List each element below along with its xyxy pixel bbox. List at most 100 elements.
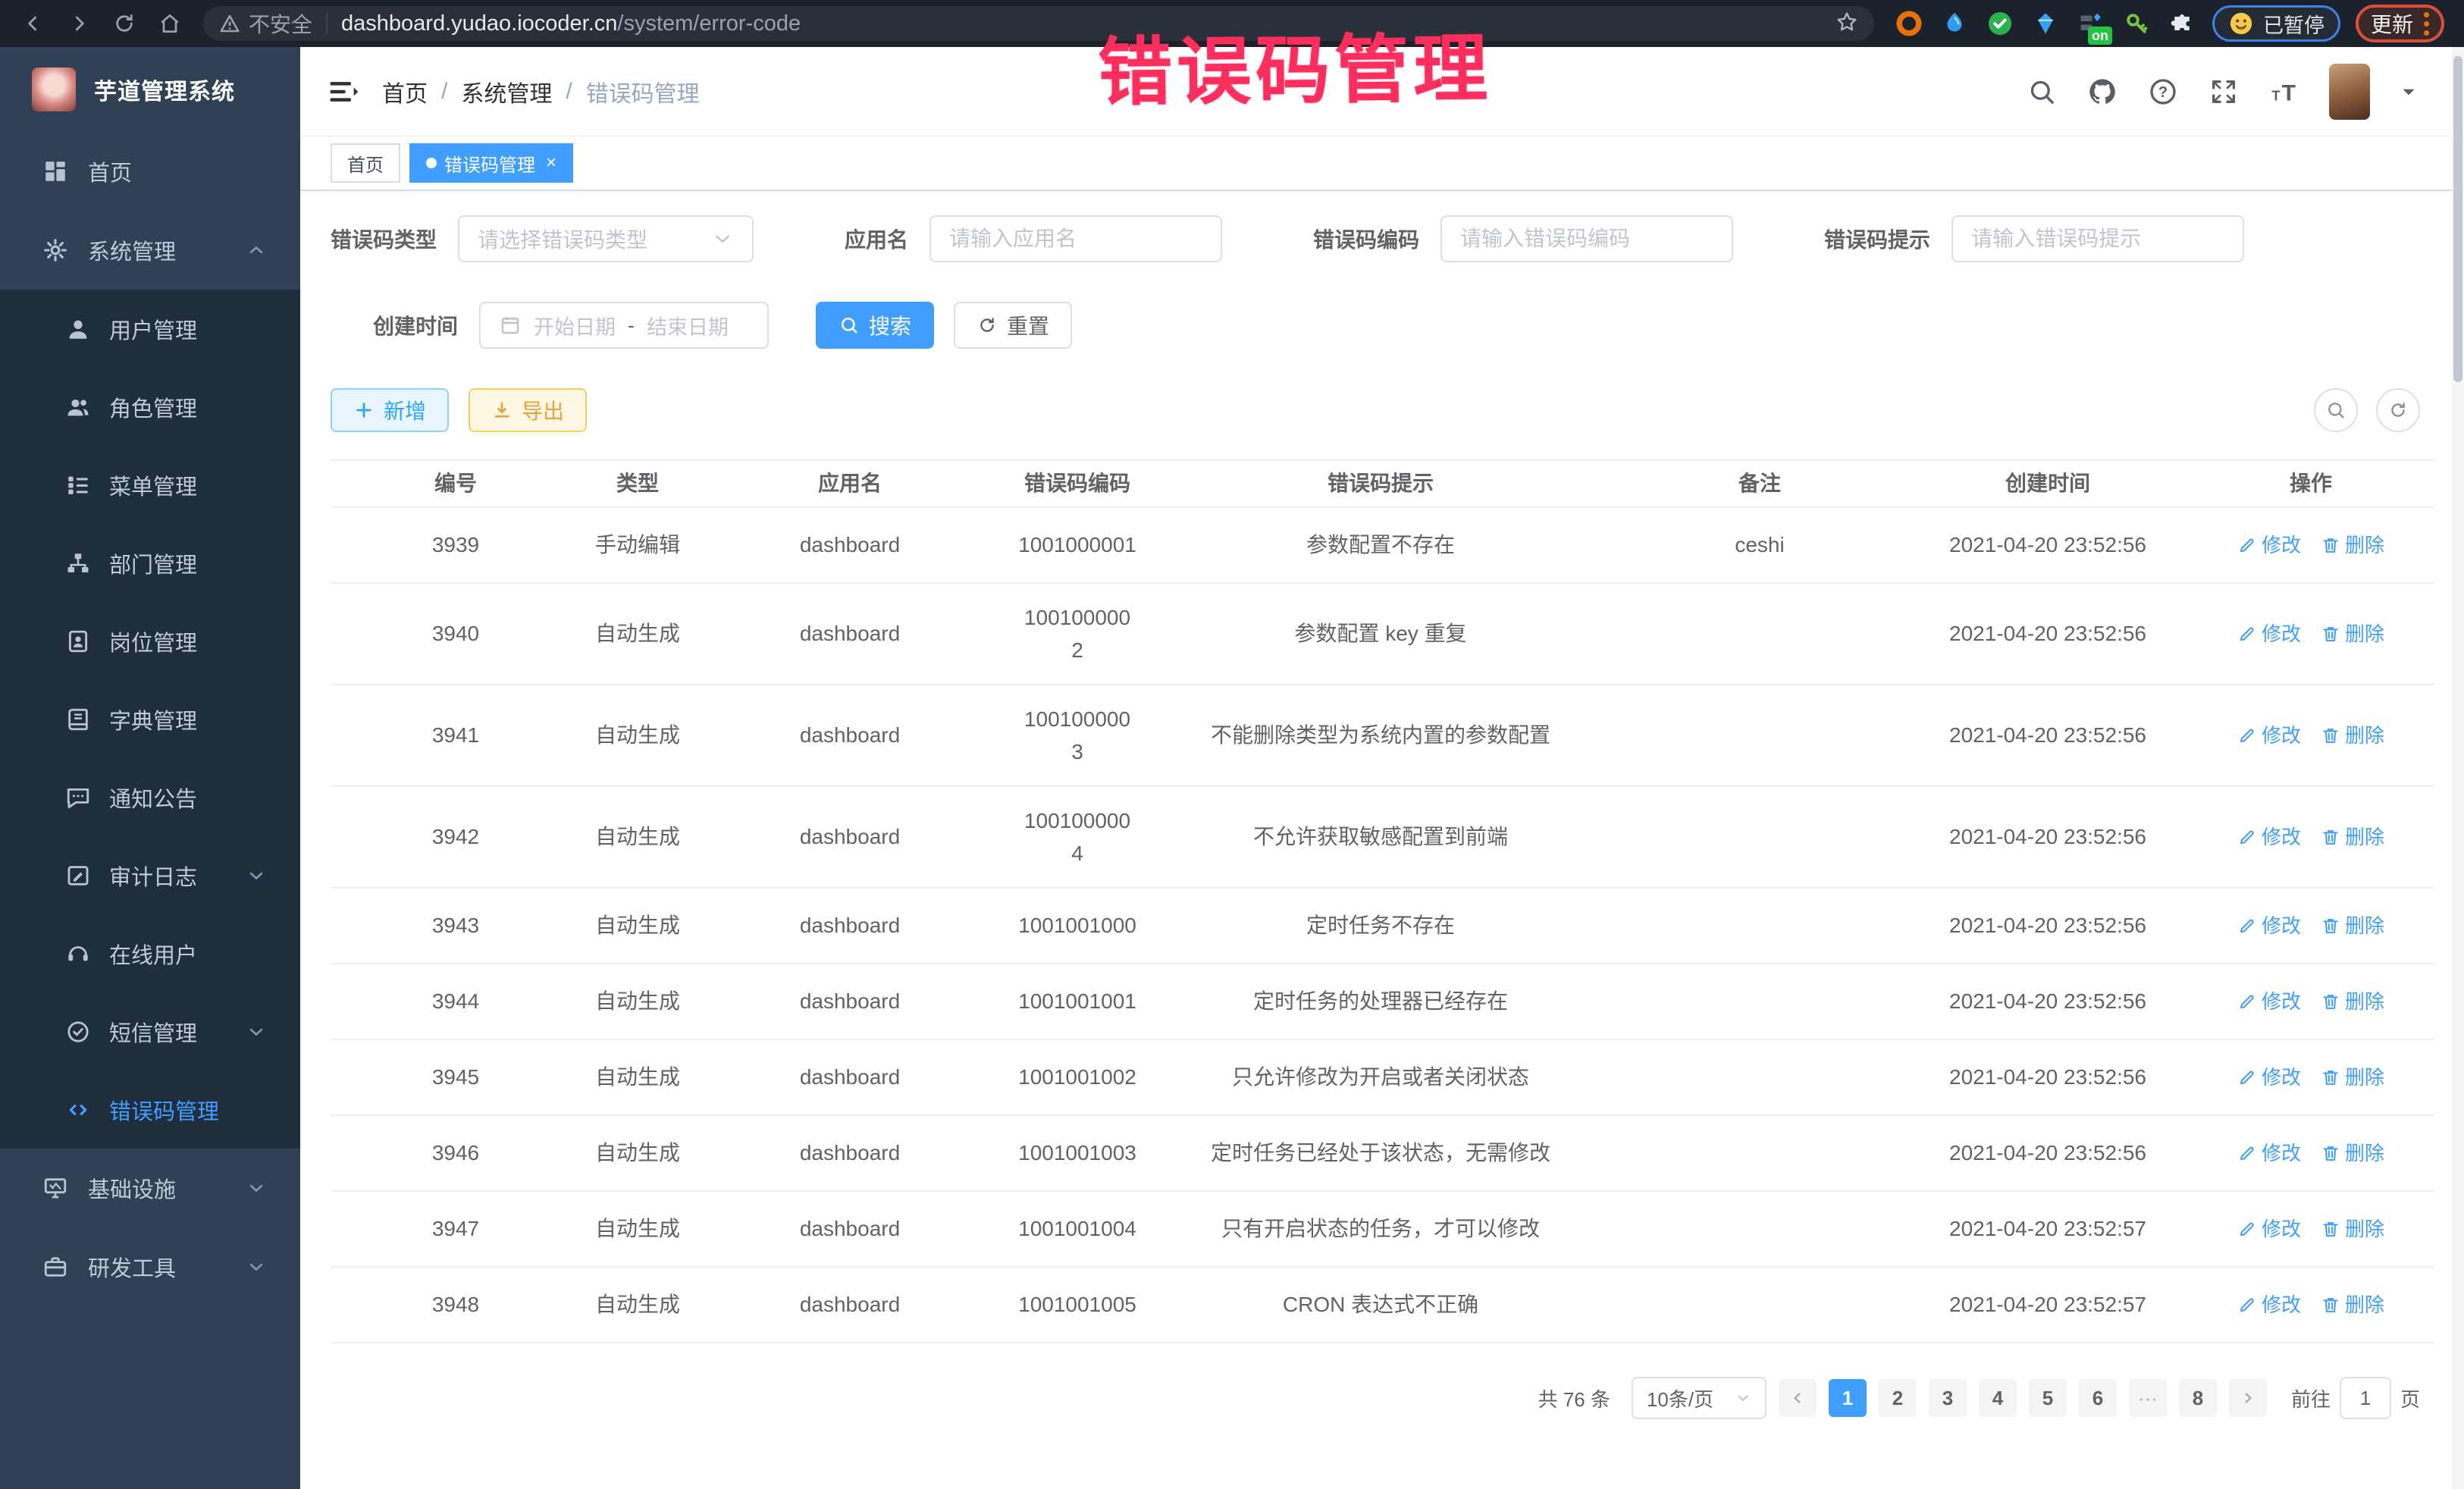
cell-actions: 修改删除 bbox=[2188, 822, 2434, 852]
goto-page-input[interactable] bbox=[2340, 1377, 2391, 1419]
back-icon[interactable] bbox=[14, 4, 53, 43]
page-button-8[interactable]: 8 bbox=[2179, 1379, 2217, 1417]
edit-link[interactable]: 修改 bbox=[2237, 986, 2301, 1017]
toggle-search-button[interactable] bbox=[2314, 388, 2358, 432]
tag-1[interactable]: 错误码管理× bbox=[409, 143, 573, 183]
sidebar-item-3[interactable]: 角色管理 bbox=[0, 368, 300, 446]
tag-0[interactable]: 首页 bbox=[331, 143, 400, 183]
edit-link[interactable]: 修改 bbox=[2237, 911, 2301, 941]
delete-link[interactable]: 删除 bbox=[2321, 619, 2384, 649]
delete-link[interactable]: 删除 bbox=[2321, 986, 2384, 1017]
extension-key-icon[interactable] bbox=[2121, 8, 2152, 39]
search-icon[interactable] bbox=[2026, 76, 2058, 108]
sidebar-item-0[interactable]: 首页 bbox=[0, 132, 300, 211]
chevron-down-icon bbox=[246, 1177, 267, 1199]
edit-link[interactable]: 修改 bbox=[2237, 822, 2301, 852]
page-button-3[interactable]: 3 bbox=[1929, 1379, 1967, 1417]
error-code-input[interactable] bbox=[1460, 227, 1713, 251]
app-name-input[interactable] bbox=[949, 227, 1202, 251]
prev-page-button[interactable] bbox=[1779, 1379, 1817, 1417]
next-page-button[interactable] bbox=[2229, 1379, 2267, 1417]
sidebar-item-5[interactable]: 部门管理 bbox=[0, 524, 300, 602]
sidebar-item-7[interactable]: 字典管理 bbox=[0, 680, 300, 758]
sidebar-item-8[interactable]: 通知公告 bbox=[0, 758, 300, 836]
sidebar-item-4[interactable]: 菜单管理 bbox=[0, 446, 300, 524]
edit-link[interactable]: 修改 bbox=[2237, 1062, 2301, 1092]
pages-ellipsis[interactable]: ··· bbox=[2129, 1379, 2167, 1417]
date-range-picker[interactable]: 开始日期 - 结束日期 bbox=[479, 302, 769, 349]
search-button[interactable]: 搜索 bbox=[816, 302, 934, 349]
sidebar-item-1[interactable]: 系统管理 bbox=[0, 211, 300, 290]
delete-link[interactable]: 删除 bbox=[2321, 1062, 2384, 1092]
page-scrollbar[interactable] bbox=[2452, 47, 2464, 1489]
help-icon[interactable]: ? bbox=[2147, 76, 2179, 108]
column-header-7: 操作 bbox=[2188, 467, 2434, 500]
edit-link[interactable]: 修改 bbox=[2237, 619, 2301, 649]
close-icon[interactable]: × bbox=[546, 152, 556, 174]
page-button-4[interactable]: 4 bbox=[1979, 1379, 2017, 1417]
bookmark-star-icon[interactable] bbox=[1835, 10, 1859, 38]
font-size-icon[interactable]: TT bbox=[2268, 76, 2300, 108]
browser-menu-icon[interactable] bbox=[2424, 12, 2429, 36]
edit-link[interactable]: 修改 bbox=[2237, 720, 2301, 751]
page-button-1[interactable]: 1 bbox=[1829, 1379, 1867, 1417]
sidebar-item-10[interactable]: 在线用户 bbox=[0, 914, 300, 992]
sidebar-item-14[interactable]: 研发工具 bbox=[0, 1227, 300, 1306]
extension-check-icon[interactable] bbox=[1985, 8, 2015, 39]
error-type-select[interactable]: 请选择错误码类型 bbox=[458, 215, 754, 262]
delete-link[interactable]: 删除 bbox=[2321, 1138, 2384, 1168]
export-button[interactable]: 导出 bbox=[469, 388, 587, 432]
extension-orange-icon[interactable] bbox=[1894, 8, 1924, 39]
extensions-puzzle-icon[interactable] bbox=[2167, 8, 2197, 39]
reload-icon[interactable] bbox=[105, 4, 144, 43]
security-chip[interactable]: 不安全 bbox=[218, 8, 312, 39]
delete-link[interactable]: 删除 bbox=[2321, 822, 2384, 852]
browser-update-button[interactable]: 更新 bbox=[2356, 5, 2444, 42]
sidebar-item-11[interactable]: 短信管理 bbox=[0, 992, 300, 1071]
sidebar-item-13[interactable]: 基础设施 bbox=[0, 1149, 300, 1227]
cell-4: 只允许修改为开启或者关闭状态 bbox=[1149, 1061, 1612, 1093]
cell-4: 定时任务已经处于该状态，无需修改 bbox=[1149, 1136, 1612, 1169]
add-button[interactable]: 新增 bbox=[331, 388, 449, 432]
page-button-6[interactable]: 6 bbox=[2079, 1379, 2117, 1417]
edit-link[interactable]: 修改 bbox=[2237, 1214, 2301, 1244]
delete-link[interactable]: 删除 bbox=[2321, 530, 2384, 560]
page-button-2[interactable]: 2 bbox=[1879, 1379, 1917, 1417]
extension-drop-icon[interactable] bbox=[1939, 8, 1970, 39]
url-text[interactable]: dashboard.yudao.iocoder.cn/system/error-… bbox=[341, 11, 1826, 36]
user-avatar[interactable] bbox=[2329, 64, 2370, 120]
delete-link[interactable]: 删除 bbox=[2321, 720, 2384, 751]
delete-link[interactable]: 删除 bbox=[2321, 1214, 2384, 1244]
sidebar-item-6[interactable]: 岗位管理 bbox=[0, 602, 300, 680]
address-bar[interactable]: 不安全 dashboard.yudao.iocoder.cn/system/er… bbox=[203, 6, 1874, 41]
home-icon[interactable] bbox=[150, 4, 190, 43]
extension-grid-icon[interactable]: on bbox=[2076, 8, 2106, 39]
delete-link[interactable]: 删除 bbox=[2321, 911, 2384, 941]
sidebar-item-9[interactable]: 审计日志 bbox=[0, 836, 300, 914]
github-icon[interactable] bbox=[2086, 76, 2118, 108]
edit-link[interactable]: 修改 bbox=[2237, 1290, 2301, 1320]
refresh-table-button[interactable] bbox=[2376, 388, 2420, 432]
sidebar-item-12[interactable]: 错误码管理 bbox=[0, 1071, 300, 1149]
breadcrumb-home[interactable]: 首页 bbox=[382, 75, 428, 108]
edit-link[interactable]: 修改 bbox=[2237, 530, 2301, 560]
fullscreen-icon[interactable] bbox=[2208, 76, 2240, 108]
sidebar-item-2[interactable]: 用户管理 bbox=[0, 290, 300, 368]
app-logo-row[interactable]: 芋道管理系统 bbox=[0, 47, 300, 132]
trash-icon bbox=[2321, 726, 2340, 745]
hamburger-icon[interactable] bbox=[326, 75, 359, 108]
scrollbar-thumb[interactable] bbox=[2453, 56, 2462, 382]
chevron-down-icon[interactable] bbox=[2399, 82, 2419, 102]
extension-paused-chip[interactable]: 已暂停 bbox=[2212, 5, 2340, 42]
error-hint-input[interactable] bbox=[1971, 227, 2224, 251]
extension-gem-icon[interactable] bbox=[2030, 8, 2061, 39]
edit-link[interactable]: 修改 bbox=[2237, 1138, 2301, 1168]
reset-button[interactable]: 重置 bbox=[954, 302, 1072, 349]
page-size-select[interactable]: 10条/页 bbox=[1632, 1377, 1766, 1419]
breadcrumb-system[interactable]: 系统管理 bbox=[461, 75, 552, 108]
delete-link[interactable]: 删除 bbox=[2321, 1290, 2384, 1320]
edit-icon bbox=[2237, 726, 2257, 745]
page-button-5[interactable]: 5 bbox=[2029, 1379, 2067, 1417]
tags-bar: 首页错误码管理× bbox=[300, 136, 2464, 191]
forward-icon[interactable] bbox=[59, 4, 99, 43]
